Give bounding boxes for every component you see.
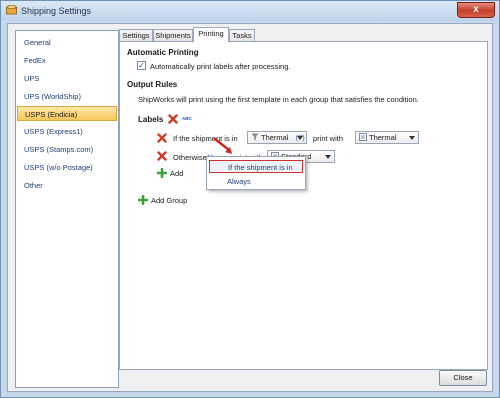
sidebar-item-usps-no-postage[interactable]: USPS (w/o Postage) (17, 160, 117, 175)
sidebar-item-label: USPS (w/o Postage) (24, 163, 93, 172)
tab-label: Tasks (232, 31, 252, 40)
sidebar-item-usps-express1[interactable]: USPS (Express1) (17, 124, 117, 139)
title-bar: Shipping Settings x (1, 1, 499, 21)
sidebar-item-label: USPS (Stamps.com) (24, 145, 94, 154)
dialog-client-area: General FedEx UPS UPS (WorldShip) USPS (… (7, 23, 493, 392)
tab-printing[interactable]: Printing (193, 27, 229, 42)
filter-icon (251, 133, 259, 141)
chevron-down-icon (297, 136, 303, 140)
window-close-button[interactable]: x (457, 2, 495, 18)
close-button[interactable]: Close (439, 370, 487, 386)
printing-tab-panel: Automatic Printing ✓ Automatically print… (119, 41, 488, 370)
automatic-printing-heading: Automatic Printing (127, 48, 199, 57)
sidebar-item-usps-stamps[interactable]: USPS (Stamps.com) (17, 142, 117, 157)
template-icon (359, 133, 367, 141)
abc-tag-icon[interactable]: ABC (182, 116, 192, 121)
output-rules-heading: Output Rules (127, 80, 178, 89)
sidebar-item-usps-endicia[interactable]: USPS (Endicia) (17, 106, 117, 121)
output-rules-description: ShipWorks will print using the first tem… (138, 95, 419, 104)
sidebar-item-label: General (24, 38, 51, 47)
auto-print-label: Automatically print labels after process… (150, 62, 291, 71)
tab-label: Settings (122, 31, 150, 40)
chevron-down-icon (325, 155, 331, 159)
sidebar-item-ups[interactable]: UPS (17, 71, 117, 86)
sidebar-item-label: UPS (24, 74, 40, 83)
dropdown-option-always[interactable]: Always (209, 175, 303, 188)
delete-rule-icon[interactable] (157, 151, 167, 161)
close-button-label: Close (453, 373, 473, 382)
dropdown-option-label: Always (227, 177, 251, 186)
labels-heading: Labels (138, 115, 164, 124)
sidebar-item-ups-worldship[interactable]: UPS (WorldShip) (17, 89, 117, 104)
shipping-settings-window: Shipping Settings x General FedEx UPS UP… (0, 0, 500, 398)
rule1-filter-dropdown[interactable]: Thermal (7) (247, 131, 307, 144)
add-group-icon[interactable] (138, 195, 148, 205)
auto-print-checkbox[interactable]: ✓ (137, 61, 146, 70)
add-rule-icon[interactable] (157, 168, 167, 178)
close-icon: x (473, 4, 479, 15)
sidebar-item-fedex[interactable]: FedEx (17, 53, 117, 68)
shipworks-app-icon (6, 5, 17, 15)
sidebar-item-label: USPS (Endicia) (25, 110, 78, 119)
rule1-filter-value: Thermal (261, 133, 289, 142)
carrier-list: General FedEx UPS UPS (WorldShip) USPS (… (15, 30, 119, 388)
delete-rule-icon[interactable] (157, 133, 167, 143)
rule1-template-value: Thermal (369, 133, 397, 142)
rule1-template-dropdown[interactable]: Thermal (355, 131, 419, 144)
dropdown-option-if-shipment-is-in[interactable]: If the shipment is in (209, 160, 303, 173)
sidebar-item-label: FedEx (24, 56, 46, 65)
sidebar-item-other[interactable]: Other (17, 178, 117, 193)
sidebar-item-label: Other (24, 181, 43, 190)
rule2-prefix: Otherwise (173, 153, 207, 162)
window-title: Shipping Settings (21, 6, 92, 16)
sidebar-item-label: UPS (WorldShip) (24, 92, 81, 101)
chevron-down-icon (409, 136, 415, 140)
sidebar-item-label: USPS (Express1) (24, 127, 83, 136)
add-rule-link[interactable]: Add (170, 169, 183, 178)
delete-group-icon[interactable] (168, 114, 178, 124)
tab-label: Shipments (155, 31, 191, 40)
dropdown-option-label: If the shipment is in (228, 163, 293, 172)
add-group-link[interactable]: Add Group (151, 196, 187, 205)
tab-label: Printing (198, 29, 224, 38)
sidebar-item-general[interactable]: General (17, 35, 117, 50)
annotation-arrow-icon (213, 137, 232, 154)
condition-dropdown-menu: If the shipment is in Always (206, 156, 306, 190)
rule1-print-with: print with (313, 134, 344, 143)
